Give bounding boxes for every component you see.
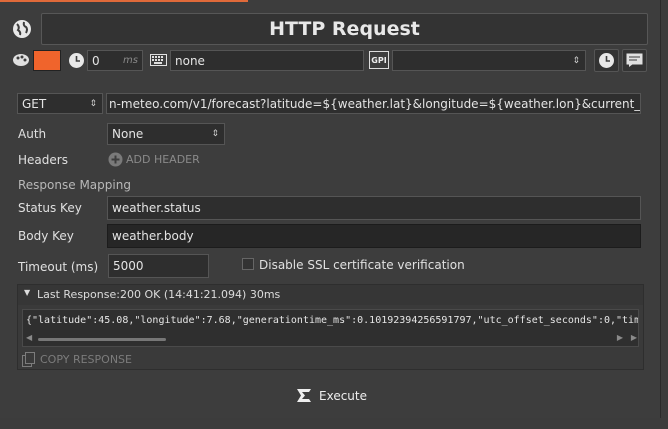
gpi-icon: GPI <box>369 51 389 69</box>
scroll-left-icon: ◀ <box>26 333 33 342</box>
delay-input[interactable]: 0 ms <box>87 50 143 71</box>
add-header-button[interactable]: ADD HEADER <box>108 152 208 168</box>
http-request-panel: HTTP Request 0 ms none GPI ⇕ GET ⇕ n-met… <box>0 0 661 418</box>
timeout-label: Timeout (ms) <box>18 260 99 274</box>
ssl-checkbox[interactable] <box>242 258 254 270</box>
chevron-updown-icon: ⇕ <box>89 99 97 109</box>
auth-select[interactable]: None ⇕ <box>107 123 225 145</box>
method-select[interactable]: GET ⇕ <box>17 93 103 114</box>
auth-label: Auth <box>18 127 47 141</box>
page-title: HTTP Request <box>41 13 648 45</box>
gpi-select[interactable]: ⇕ <box>392 50 586 71</box>
copy-response-button[interactable]: COPY RESPONSE <box>22 352 142 368</box>
palette-icon <box>11 51 31 69</box>
response-mapping-heading: Response Mapping <box>18 178 131 192</box>
chevron-updown-icon: ⇕ <box>211 129 219 139</box>
last-response-label: Last Response: <box>37 288 120 301</box>
last-response-status: 200 OK (14:41:21.094) 30ms <box>120 288 281 301</box>
scroll-right-icon: ▶ <box>616 333 623 342</box>
execute-icon <box>297 389 311 402</box>
color-swatch[interactable] <box>33 50 61 71</box>
schedule-button[interactable] <box>594 49 619 72</box>
chevron-updown-icon: ⇕ <box>572 56 580 66</box>
clock-icon <box>599 53 614 68</box>
copy-icon <box>22 352 35 367</box>
collapse-triangle-icon: ▼ <box>24 288 31 297</box>
method-value: GET <box>22 97 47 111</box>
delay-value: 0 <box>92 54 100 68</box>
scroll-right-end-icon: ▶ <box>630 333 637 342</box>
body-key-label: Body Key <box>18 229 74 243</box>
status-key-label: Status Key <box>18 201 82 215</box>
horizontal-scrollbar[interactable]: ◀ ▶ ▶ <box>26 333 637 344</box>
globe-icon <box>11 18 33 40</box>
ssl-checkbox-label: Disable SSL certificate verification <box>259 258 465 272</box>
url-input[interactable]: n-meteo.com/v1/forecast?latitude=${weath… <box>106 93 641 114</box>
gpi-label: GPI <box>371 55 387 65</box>
response-body-text: {"latitude":45.08,"longitude":7.68,"gene… <box>26 315 639 326</box>
plus-circle-icon <box>108 152 123 167</box>
copy-response-label: COPY RESPONSE <box>40 353 132 366</box>
comment-icon <box>626 53 643 67</box>
body-key-input[interactable]: weather.body <box>107 224 641 248</box>
response-body-box[interactable]: {"latitude":45.08,"longitude":7.68,"gene… <box>22 309 639 347</box>
execute-label: Execute <box>319 389 367 403</box>
timeout-input[interactable]: 5000 <box>108 254 209 278</box>
keyboard-shortcut-input[interactable]: none <box>170 50 364 71</box>
headers-label: Headers <box>18 153 68 167</box>
execute-button[interactable]: Execute <box>296 386 367 406</box>
status-key-input[interactable]: weather.status <box>107 196 641 220</box>
last-response-header[interactable]: ▼ Last Response: 200 OK (14:41:21.094) 3… <box>18 285 643 305</box>
scrollbar-thumb[interactable] <box>38 338 166 341</box>
panel-accent-edge <box>0 0 248 2</box>
notes-button[interactable] <box>622 49 647 72</box>
delay-unit: ms <box>123 55 138 66</box>
add-header-label: ADD HEADER <box>126 153 200 166</box>
auth-value: None <box>112 127 144 141</box>
clock-icon <box>66 50 86 70</box>
last-response-group: ▼ Last Response: 200 OK (14:41:21.094) 3… <box>17 284 644 370</box>
keyboard-icon <box>148 52 168 68</box>
